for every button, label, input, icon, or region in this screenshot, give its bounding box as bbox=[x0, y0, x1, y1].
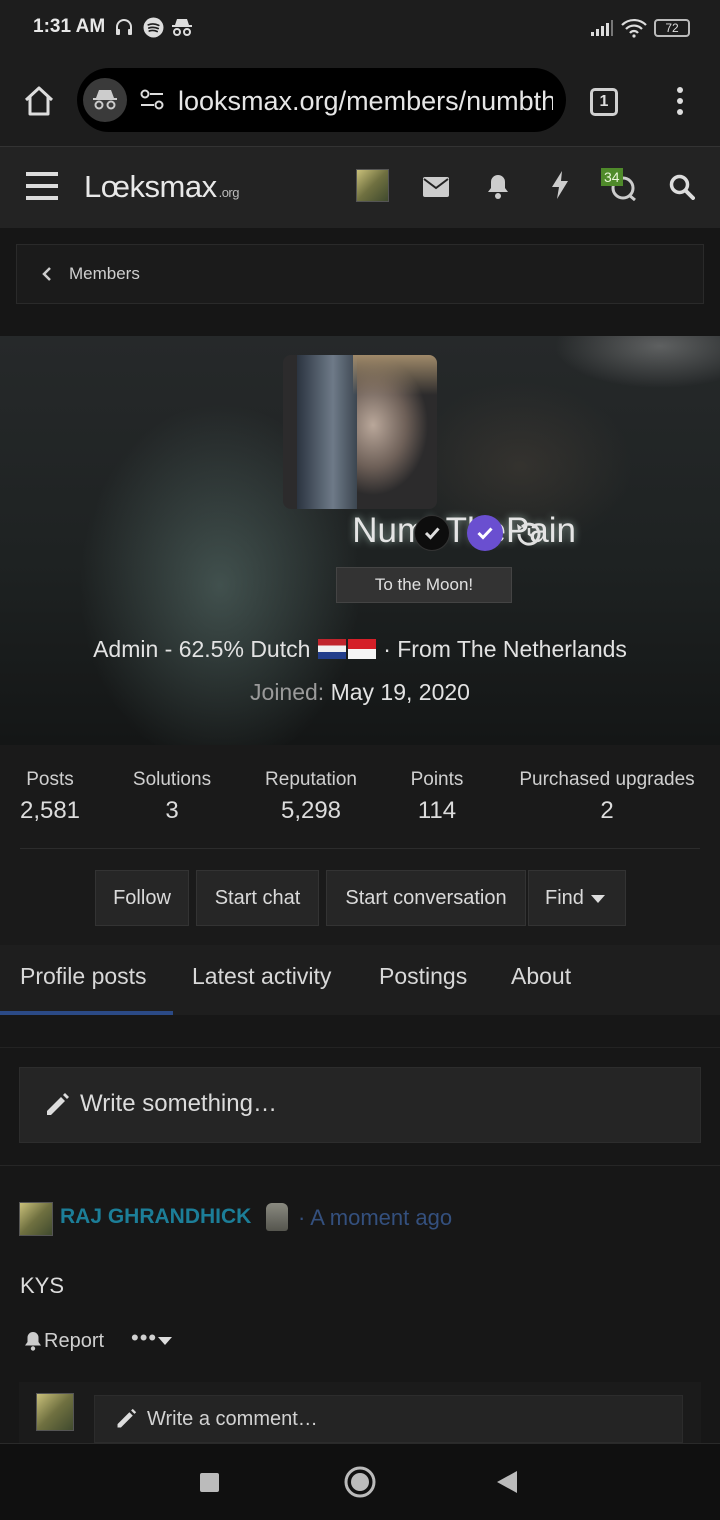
user-blurb: Admin - 62.5% Dutch · From The Netherlan… bbox=[0, 636, 720, 663]
more-menu-icon[interactable] bbox=[676, 86, 684, 116]
back-triangle-icon[interactable] bbox=[497, 1471, 517, 1493]
joined-label: Joined: bbox=[250, 679, 325, 705]
verified-purple-badge-icon bbox=[467, 515, 503, 551]
tab-latest-activity[interactable]: Latest activity bbox=[192, 963, 331, 990]
home-icon[interactable] bbox=[22, 84, 56, 118]
user-avatar[interactable] bbox=[356, 169, 389, 202]
caret-down-icon bbox=[591, 895, 605, 903]
start-conversation-button[interactable]: Start conversation bbox=[326, 870, 526, 926]
joined-date: May 19, 2020 bbox=[330, 679, 470, 705]
more-options-button[interactable]: ••• bbox=[131, 1325, 157, 1351]
composer-divider bbox=[0, 1165, 720, 1166]
chevron-left-icon bbox=[41, 266, 53, 282]
incognito-icon bbox=[171, 17, 193, 37]
profile-stats: Posts 2,581 Solutions 3 Reputation 5,298… bbox=[0, 745, 720, 945]
stat-label: Purchased upgrades bbox=[519, 769, 695, 790]
headphones-icon bbox=[114, 17, 134, 37]
stat-solutions[interactable]: Solutions 3 bbox=[117, 769, 227, 825]
stat-value: 114 bbox=[417, 797, 457, 824]
site-header: Lœksmax .org 34 bbox=[0, 146, 720, 228]
stat-points[interactable]: Points 114 bbox=[397, 769, 477, 825]
stat-value: 5,298 bbox=[280, 797, 342, 824]
commenter-avatar bbox=[36, 1393, 74, 1431]
user-role-text: Admin - 62.5% Dutch bbox=[93, 636, 311, 662]
logo-suffix: .org bbox=[218, 185, 240, 200]
home-circle-icon[interactable] bbox=[344, 1466, 376, 1498]
inbox-icon[interactable] bbox=[423, 177, 449, 197]
follow-button[interactable]: Follow bbox=[95, 870, 189, 926]
tab-about[interactable]: About bbox=[511, 963, 571, 990]
address-bar[interactable]: looksmax.org/members/numbthepain bbox=[77, 68, 566, 132]
signal-icon bbox=[590, 19, 614, 37]
start-chat-button[interactable]: Start chat bbox=[196, 870, 319, 926]
tab-switcher-button[interactable]: 1 bbox=[590, 88, 618, 116]
stat-label: Posts bbox=[26, 769, 74, 790]
breadcrumb-members[interactable]: Members bbox=[69, 264, 140, 284]
logo-text: Lœksmax bbox=[84, 169, 217, 204]
battery-icon: 72 bbox=[654, 19, 690, 37]
breadcrumb[interactable]: Members bbox=[16, 244, 704, 304]
post-timestamp[interactable]: · A moment ago bbox=[298, 1205, 452, 1231]
bell-icon bbox=[24, 1331, 42, 1351]
stat-value: 2,581 bbox=[19, 797, 81, 824]
site-logo[interactable]: Lœksmax .org bbox=[84, 169, 239, 205]
content-divider bbox=[0, 1047, 720, 1048]
pencil-icon bbox=[44, 1092, 70, 1118]
pencil-icon bbox=[115, 1408, 137, 1430]
moai-emoji-icon bbox=[266, 1203, 288, 1231]
stat-value: 3 bbox=[165, 797, 179, 824]
spotify-icon bbox=[143, 17, 164, 38]
indonesia-flag-icon bbox=[347, 639, 376, 659]
stat-purchased-upgrades[interactable]: Purchased upgrades 2 bbox=[507, 769, 707, 825]
post-author-name[interactable]: RAJ GHRANDHICK bbox=[60, 1205, 251, 1229]
stat-label: Solutions bbox=[132, 769, 212, 790]
write-comment-placeholder: Write a comment… bbox=[147, 1408, 318, 1430]
history-icon[interactable] bbox=[514, 519, 544, 549]
stat-label: Points bbox=[410, 769, 464, 790]
find-dropdown-button[interactable]: Find bbox=[528, 870, 626, 926]
post-author-name-text: RAJ GHRANDHICK bbox=[60, 1205, 252, 1228]
stat-value: 2 bbox=[600, 797, 614, 824]
profile-posts-panel: Write something… RAJ GHRANDHICK · A mome… bbox=[0, 1015, 720, 1443]
post-author-avatar[interactable] bbox=[19, 1202, 53, 1236]
stat-posts[interactable]: Posts 2,581 bbox=[10, 769, 90, 825]
status-time: 1:31 AM bbox=[33, 16, 106, 37]
hamburger-menu-icon[interactable] bbox=[26, 171, 58, 201]
caret-down-icon[interactable] bbox=[158, 1337, 172, 1345]
wifi-icon bbox=[621, 18, 647, 38]
status-bar: 1:31 AM 72 bbox=[0, 0, 720, 56]
url-text[interactable]: looksmax.org/members/numbthepain bbox=[178, 86, 553, 117]
recents-square-icon[interactable] bbox=[200, 1473, 219, 1492]
profile-banner: NumbThePain To the Moon! Admin - 62.5% D… bbox=[0, 336, 720, 745]
whats-new-bolt-icon[interactable] bbox=[551, 171, 569, 199]
profile-avatar[interactable] bbox=[283, 355, 437, 509]
find-label: Find bbox=[545, 887, 584, 909]
comment-row: Write a comment… bbox=[19, 1382, 701, 1443]
verified-dark-badge-icon bbox=[414, 515, 450, 551]
notifications-bell-icon[interactable] bbox=[486, 173, 510, 200]
joined-date-row: Joined: May 19, 2020 bbox=[0, 679, 720, 706]
tab-profile-posts[interactable]: Profile posts bbox=[20, 963, 147, 990]
stats-divider bbox=[20, 848, 700, 849]
user-title-tag: To the Moon! bbox=[336, 567, 512, 603]
post-body: KYS bbox=[20, 1273, 65, 1298]
profile-tabs: Profile posts Latest activity Postings A… bbox=[0, 945, 720, 1015]
stat-reputation[interactable]: Reputation 5,298 bbox=[251, 769, 371, 825]
site-settings-icon[interactable] bbox=[139, 88, 165, 112]
write-comment-box[interactable]: Write a comment… bbox=[94, 1395, 683, 1443]
incognito-icon bbox=[83, 78, 127, 122]
stat-label: Reputation bbox=[265, 769, 357, 790]
browser-toolbar: looksmax.org/members/numbthepain 1 bbox=[0, 56, 720, 146]
write-something-placeholder: Write something… bbox=[80, 1090, 277, 1117]
conversations-count-badge: 34 bbox=[601, 168, 623, 186]
system-nav-bar bbox=[0, 1443, 720, 1520]
search-icon[interactable] bbox=[669, 174, 695, 200]
user-location: · From The Netherlands bbox=[383, 636, 627, 662]
write-something-box[interactable]: Write something… bbox=[19, 1067, 701, 1143]
tab-postings[interactable]: Postings bbox=[379, 963, 467, 990]
netherlands-flag-icon bbox=[317, 639, 346, 659]
report-link[interactable]: Report bbox=[44, 1330, 104, 1353]
